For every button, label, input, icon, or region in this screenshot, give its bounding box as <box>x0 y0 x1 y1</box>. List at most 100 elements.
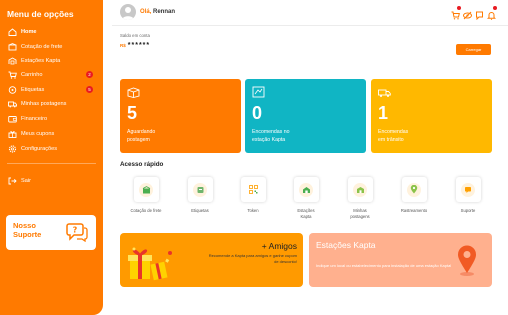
stat-label-line: postagem <box>127 136 150 143</box>
sidebar-item-home[interactable]: Home <box>7 26 99 37</box>
referral-title: + Amigos <box>261 241 297 251</box>
sidebar-item-financeiro[interactable]: Financeiro <box>7 113 99 124</box>
quick-access-suporte[interactable]: Suporte <box>443 177 493 214</box>
stat-label: Encomendas no estação Kapta <box>252 129 332 144</box>
gear-icon <box>7 144 17 153</box>
help-icon[interactable] <box>475 7 484 21</box>
sidebar-item-configuracoes[interactable]: Configurações <box>7 143 99 154</box>
quick-access-tile[interactable] <box>401 177 427 202</box>
sidebar-item-label: Estações Kapta <box>21 57 61 64</box>
logout-icon <box>7 177 17 185</box>
logout-label: Sair <box>21 177 31 184</box>
svg-text:?: ? <box>73 226 78 235</box>
sidebar-item-label: Configurações <box>21 145 58 152</box>
stat-label-line: Aguardando <box>127 129 156 135</box>
cart-count-badge: 2 <box>86 71 93 78</box>
quick-access-tile[interactable] <box>455 177 481 202</box>
sidebar-item-label: Cotação de frete <box>21 43 63 50</box>
add-balance-button[interactable]: Carregar <box>456 44 491 55</box>
sidebar-divider <box>7 163 96 164</box>
stat-card-awaiting[interactable]: 5 Aguardando postagem <box>120 79 241 153</box>
sidebar-item-cotacao[interactable]: Cotação de frete <box>7 41 99 52</box>
stat-label: Aguardando postagem <box>127 129 207 144</box>
header-actions <box>451 6 497 21</box>
location-pin-icon <box>457 245 477 282</box>
quick-access-token[interactable]: Token <box>228 177 278 214</box>
package-icon <box>127 85 140 103</box>
cart-icon[interactable] <box>451 6 461 20</box>
quick-access-rastreamento[interactable]: Rastreamento <box>389 177 439 214</box>
sidebar-item-label: Home <box>21 28 37 35</box>
referral-description: Recomende a Kapta para amigos e ganhe cu… <box>208 253 297 264</box>
greeting-prefix: Olá, <box>140 9 152 15</box>
currency: R$ <box>120 43 126 48</box>
quick-access-tile[interactable] <box>133 177 159 202</box>
username: Rennan <box>153 9 176 15</box>
support-line-2: Suporte <box>13 230 42 239</box>
stat-label-line: Encomendas no <box>252 129 290 135</box>
quick-access-label: Etiquetas <box>191 208 209 213</box>
balance-value-row: R$ ****** <box>120 42 150 49</box>
stat-value: 1 <box>378 103 389 123</box>
quick-access-label: Token <box>247 208 259 213</box>
stat-label-line: Encomendas <box>378 129 409 135</box>
hide-balance-icon[interactable] <box>463 7 472 20</box>
stat-label-line: estação Kapta <box>252 136 286 143</box>
stat-card-at-station[interactable]: 0 Encomendas no estação Kapta <box>245 79 366 153</box>
truck-icon <box>7 100 17 108</box>
quick-access-label: Estações Kapta <box>297 208 315 219</box>
avatar[interactable] <box>120 4 136 20</box>
quick-access-label: Minhas postagens <box>350 208 370 219</box>
stations-banner[interactable]: Estações Kapta Indique um local ou estab… <box>309 233 492 287</box>
sidebar-item-carrinho[interactable]: Carrinho 2 <box>7 69 99 80</box>
stat-label-line: em trânsito <box>378 136 404 143</box>
gift-icon <box>7 130 17 138</box>
stations-description: Indique um local ou estabelecimento para… <box>316 263 452 268</box>
station-icon <box>299 182 313 197</box>
sidebar-item-estacoes[interactable]: Estações Kapta <box>7 55 99 66</box>
box-icon <box>7 42 17 51</box>
support-line-1: Nosso <box>13 221 36 230</box>
notification-dot <box>493 6 497 10</box>
tracking-pin-icon <box>407 182 421 197</box>
quick-access-tile[interactable] <box>187 177 213 202</box>
quick-access-tile[interactable] <box>293 177 319 202</box>
quick-access-tile[interactable] <box>240 177 266 202</box>
balance-label: Saldo em conta <box>120 33 150 38</box>
sidebar-item-label: Minhas postagens <box>21 100 67 107</box>
quick-access-label: Cotação de frete <box>130 208 162 213</box>
chat-help-icon: ? <box>66 222 88 247</box>
quick-access-etiquetas[interactable]: Etiquetas <box>175 177 225 214</box>
quick-access-estacoes[interactable]: Estações Kapta <box>281 177 331 219</box>
sidebar-item-etiquetas[interactable]: Etiquetas 5 <box>7 84 99 95</box>
quick-access-label: Suporte <box>460 208 476 213</box>
sidebar-item-label: Meus cupons <box>21 130 55 137</box>
sidebar-item-label: Carrinho <box>21 71 43 78</box>
stations-title: Estações Kapta <box>316 240 376 250</box>
support-card[interactable]: Nosso Suporte ? <box>6 215 96 250</box>
cart-icon <box>7 71 17 79</box>
quick-access-title: Acesso rápido <box>120 161 164 168</box>
quick-access-postagens[interactable]: Minhas postagens <box>335 177 385 219</box>
referral-banner[interactable]: + Amigos Recomende a Kapta para amigos e… <box>120 233 303 287</box>
sidebar: Menu de opções Home Cotação de frete Est… <box>0 0 103 315</box>
wallet-icon <box>7 115 17 123</box>
stat-value: 0 <box>252 103 263 123</box>
sidebar-item-postagens[interactable]: Minhas postagens <box>7 98 99 109</box>
sidebar-item-cupons[interactable]: Meus cupons <box>7 128 99 139</box>
label-icon <box>193 182 207 197</box>
greeting: Olá, Rennan <box>140 9 175 15</box>
station-box-icon <box>252 85 265 103</box>
quick-access-cotacao[interactable]: Cotação de frete <box>121 177 171 214</box>
cart-notification-dot <box>457 6 461 10</box>
support-text: Nosso Suporte <box>13 221 41 239</box>
labels-count-badge: 5 <box>86 86 93 93</box>
quick-access-tile[interactable] <box>347 177 373 202</box>
bell-icon[interactable] <box>486 6 497 20</box>
stat-card-in-transit[interactable]: 1 Encomendas em trânsito <box>371 79 492 153</box>
qr-code-icon <box>246 182 260 197</box>
logout-button[interactable]: Sair <box>7 175 99 186</box>
stat-value: 5 <box>127 103 138 123</box>
header-divider <box>112 25 508 26</box>
truck-icon <box>378 85 391 103</box>
